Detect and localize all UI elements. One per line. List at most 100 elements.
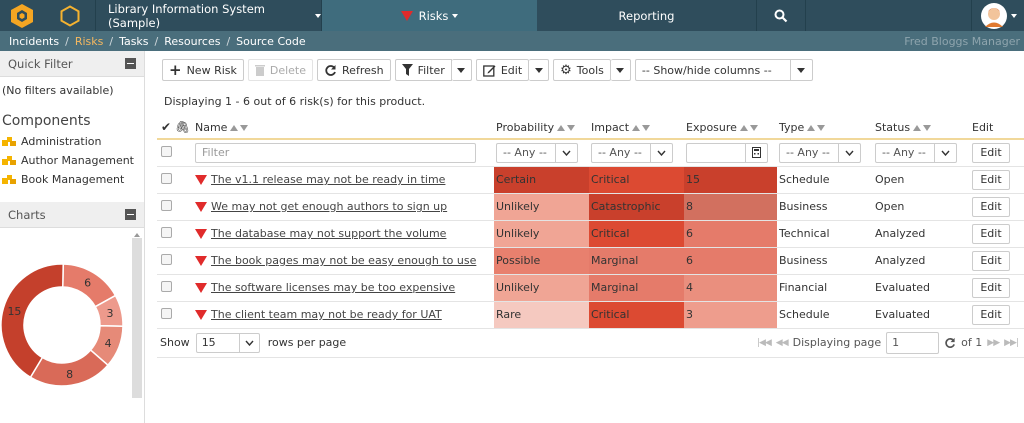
filter-edit-button[interactable]: Edit	[972, 142, 1010, 163]
filter-button[interactable]: Filter	[394, 59, 452, 81]
prev-page-icon[interactable]: ◀◀	[776, 338, 789, 348]
probability-cell: Possible	[494, 247, 589, 275]
delete-label: Delete	[269, 63, 307, 77]
col-exposure-header[interactable]: Exposure	[684, 116, 777, 140]
reporting-link[interactable]: Reporting	[537, 0, 757, 31]
sidebar: Quick Filter (No filters available) Comp…	[0, 51, 145, 423]
edit-button[interactable]: Edit	[475, 59, 530, 81]
row-checkbox[interactable]	[161, 253, 172, 265]
type-cell: Business	[777, 193, 873, 221]
refresh-icon	[325, 64, 336, 76]
table-row[interactable]: The database may not support the volume U…	[157, 220, 1024, 248]
row-checkbox[interactable]	[161, 172, 172, 184]
row-edit-button[interactable]: Edit	[972, 196, 1010, 217]
crumb-resources[interactable]: Resources	[164, 35, 220, 48]
app-logo[interactable]	[0, 0, 44, 31]
crumb-tasks[interactable]: Tasks	[119, 35, 148, 48]
row-checkbox[interactable]	[161, 226, 172, 238]
rows-per-page-select[interactable]: 15	[195, 332, 260, 353]
crumb-incidents[interactable]: Incidents	[9, 35, 59, 48]
row-edit-button[interactable]: Edit	[972, 169, 1010, 190]
col-probability-header[interactable]: Probability	[494, 116, 589, 140]
col-status-header[interactable]: Status	[873, 116, 970, 140]
col-impact-header[interactable]: Impact	[589, 116, 684, 140]
col-name-header[interactable]: Name	[193, 116, 494, 140]
row-edit-button[interactable]: Edit	[972, 250, 1010, 271]
row-edit-button[interactable]: Edit	[972, 304, 1010, 325]
status-value: Analyzed	[875, 227, 926, 240]
status-filter-select[interactable]: -- Any --	[875, 142, 957, 163]
user-menu[interactable]	[972, 0, 1024, 31]
impact-cell: Marginal	[589, 274, 684, 302]
risk-name-link[interactable]: The database may not support the volume	[211, 227, 446, 240]
sort-icon[interactable]	[807, 124, 827, 132]
filter-checkbox[interactable]	[161, 145, 172, 157]
edit-dropdown-button[interactable]	[529, 59, 550, 81]
risk-name-link[interactable]: We may not get enough authors to sign up	[211, 200, 447, 213]
row-checkbox[interactable]	[161, 307, 172, 319]
impact-filter-select[interactable]: -- Any --	[591, 142, 673, 163]
component-book-management[interactable]: Book Management	[2, 173, 144, 186]
filter-label: Filter	[417, 63, 445, 77]
risk-name-link[interactable]: The v1.1 release may not be ready in tim…	[211, 173, 445, 186]
first-page-icon[interactable]: |◀◀	[757, 338, 772, 348]
search-button[interactable]	[757, 0, 806, 31]
next-page-icon[interactable]: ▶▶	[987, 338, 1000, 348]
col-type-header[interactable]: Type	[777, 116, 873, 140]
table-row[interactable]: The client team may not be ready for UAT…	[157, 301, 1024, 329]
crumb-risks[interactable]: Risks	[75, 35, 104, 48]
sidebar-scrollbar[interactable]	[132, 233, 142, 398]
chevron-down-icon	[534, 67, 543, 73]
probability-filter-select[interactable]: -- Any --	[496, 142, 578, 163]
collapse-icon[interactable]	[125, 209, 136, 220]
collapse-icon[interactable]	[125, 58, 136, 69]
tools-button[interactable]: ⚙ Tools	[553, 59, 611, 81]
col-status-label: Status	[875, 120, 911, 134]
new-risk-button[interactable]: + New Risk	[162, 59, 244, 81]
row-checkbox[interactable]	[161, 280, 172, 292]
filter-dropdown-button[interactable]	[451, 59, 472, 81]
component-author-management[interactable]: Author Management	[2, 154, 144, 167]
table-row[interactable]: The v1.1 release may not be ready in tim…	[157, 166, 1024, 194]
probability-value: Rare	[496, 308, 522, 321]
table-row[interactable]: We may not get enough authors to sign up…	[157, 193, 1024, 221]
type-filter-select[interactable]: -- Any --	[779, 142, 861, 163]
chart-area: 6 3 4 8 15	[0, 228, 144, 398]
sort-icon[interactable]	[739, 124, 760, 132]
top-navbar: Library Information System (Sample) Risk…	[0, 0, 1024, 31]
page-number-input[interactable]: 1	[886, 331, 940, 354]
row-edit-button[interactable]: Edit	[972, 223, 1010, 244]
calculator-icon[interactable]	[745, 143, 767, 162]
crumb-source-code[interactable]: Source Code	[236, 35, 305, 48]
last-page-icon[interactable]: ▶▶|	[1004, 338, 1019, 348]
show-hide-columns-select[interactable]: -- Show/hide columns --	[634, 59, 813, 81]
risk-name-link[interactable]: The software licenses may be too expensi…	[211, 281, 455, 294]
refresh-button[interactable]: Refresh	[317, 59, 391, 81]
type-value: Business	[779, 200, 828, 213]
row-checkbox[interactable]	[161, 199, 172, 211]
exposure-filter-input[interactable]	[686, 142, 768, 163]
col-type-label: Type	[779, 120, 805, 134]
risk-name-link[interactable]: The book pages may not be easy enough to…	[211, 254, 476, 267]
component-administration[interactable]: Administration	[2, 135, 144, 148]
chevron-down-icon	[238, 333, 259, 352]
donut-segment[interactable]	[0, 263, 64, 379]
table-row[interactable]: The software licenses may be too expensi…	[157, 274, 1024, 302]
sort-icon[interactable]	[632, 124, 652, 132]
edit-cell: Edit	[970, 301, 1024, 329]
sort-icon[interactable]	[230, 124, 250, 132]
search-icon	[774, 9, 788, 22]
select-all-header[interactable]: ✔	[157, 116, 173, 140]
sort-icon[interactable]	[913, 124, 933, 132]
workspace-button[interactable]	[44, 0, 96, 31]
module-risks-menu[interactable]: Risks	[322, 0, 537, 31]
project-selector[interactable]: Library Information System (Sample)	[96, 0, 322, 31]
sort-icon[interactable]	[557, 124, 577, 132]
delete-button[interactable]: Delete	[247, 59, 314, 81]
name-filter-input[interactable]: Filter	[195, 142, 476, 163]
tools-dropdown-button[interactable]	[610, 59, 631, 81]
table-row[interactable]: The book pages may not be easy enough to…	[157, 247, 1024, 275]
risk-name-link[interactable]: The client team may not be ready for UAT	[211, 308, 442, 321]
refresh-icon[interactable]	[944, 337, 956, 349]
row-edit-button[interactable]: Edit	[972, 277, 1010, 298]
